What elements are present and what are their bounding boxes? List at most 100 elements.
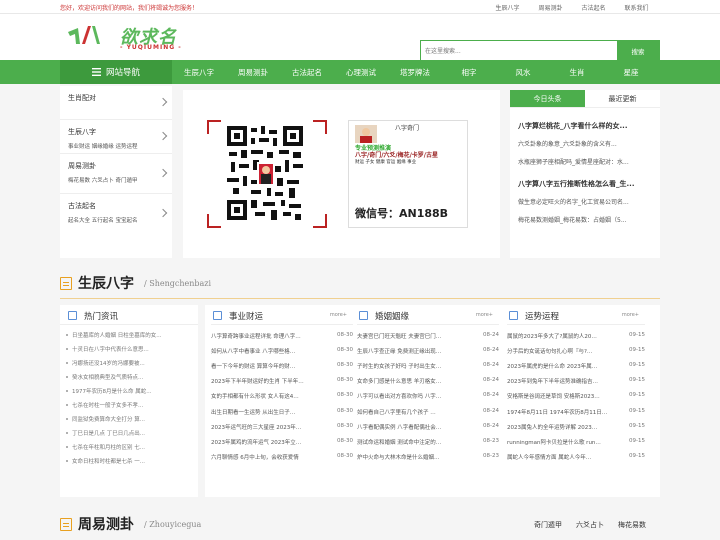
table-row[interactable]: 属鼠的2023年多大了?属鼠的人20… 09-15 bbox=[507, 328, 645, 343]
tab-qimen[interactable]: 奇门遁甲 bbox=[534, 520, 562, 530]
top-link-naming[interactable]: 古法起名 bbox=[572, 3, 615, 12]
more-link[interactable]: more+ bbox=[622, 312, 639, 318]
zhouyi-tabs: 奇门遁甲 六爻占卜 梅花易数 bbox=[534, 520, 646, 530]
table-row[interactable]: runningman阿卡贝拉是什么歌 run… 09-15 bbox=[507, 434, 645, 449]
table-row[interactable]: 测试命运和婚姻 测试命中注定的… 08-23 bbox=[357, 434, 499, 449]
search-input[interactable] bbox=[421, 41, 617, 61]
card-services: 八字/奇门/六爻/梅花/卡罗/古星 bbox=[355, 152, 438, 159]
tab-recent-updates[interactable]: 最近更新 bbox=[585, 90, 660, 107]
chart-icon bbox=[213, 311, 222, 320]
list-item[interactable]: 癸水女相貌典型及气质特点... bbox=[60, 370, 198, 384]
section-icon bbox=[60, 277, 72, 290]
nav-item-zhouyi[interactable]: 周易测卦 bbox=[226, 60, 280, 84]
table-row[interactable]: 2023年属虎的是什么命 2023年属… 09-15 bbox=[507, 358, 645, 373]
list-item[interactable]: 十灵日在八字中代表什么意思... bbox=[60, 342, 198, 356]
table-row[interactable]: 1974年8月11日 1974年农历8月11日… 09-15 bbox=[507, 404, 645, 419]
sidebar-item-naming[interactable]: 古法起名 起名大全 五行起名 宝宝起名 bbox=[60, 194, 172, 234]
tab-today-headlines[interactable]: 今日头条 bbox=[510, 90, 585, 107]
nav-item-fengshui[interactable]: 风水 bbox=[496, 60, 550, 84]
list-item[interactable]: 同监狱免费算命大全打分 算... bbox=[60, 412, 198, 426]
table-row[interactable]: 2023年运气旺的三大星座 2023年… 08-30 bbox=[211, 419, 353, 434]
news-link[interactable]: 六爻卦象的象意_六爻卦象的含义有... bbox=[518, 139, 652, 148]
list-item[interactable]: 日坐墓库的人婚姻 日柱坐墓库的女... bbox=[60, 328, 198, 342]
chart-icon bbox=[359, 311, 368, 320]
search-button[interactable]: 搜索 bbox=[617, 41, 659, 61]
table-row[interactable]: 八字算奇跨事业运程详批 命理八字… 08-30 bbox=[211, 328, 353, 343]
nav-item-zodiac[interactable]: 生肖 bbox=[550, 60, 604, 84]
nav-item-naming[interactable]: 古法起名 bbox=[280, 60, 334, 84]
nav-item-tarot[interactable]: 塔罗牌法 bbox=[388, 60, 442, 84]
section-subtitle: / Zhouyicegua bbox=[144, 520, 202, 529]
section-title: 生辰八字 bbox=[78, 276, 134, 292]
table-row[interactable]: 子时生的女孩子好吗 子时出生女… 08-24 bbox=[357, 358, 499, 373]
section-icon bbox=[60, 518, 72, 531]
top-link-contact[interactable]: 联系我们 bbox=[615, 3, 658, 12]
nav-item-psych-test[interactable]: 心理测试 bbox=[334, 60, 388, 84]
main-nav: 网站导航 生辰八字 周易测卦 古法起名 心理测试 塔罗牌法 相字 风水 生肖 星… bbox=[0, 60, 720, 84]
sidebar-item-zodiac-match[interactable]: 生肖配对 bbox=[60, 86, 172, 120]
sidebar-item-title: 古法起名 bbox=[68, 202, 96, 210]
more-link[interactable]: more+ bbox=[476, 312, 493, 318]
column-career: 事业财运 more+ 八字算奇跨事业运程详批 命理八字… 08-30 如何从八字中… bbox=[205, 305, 355, 465]
table-row[interactable]: 2023年属鸡的流年运气 2023年立… 08-30 bbox=[211, 434, 353, 449]
news-link[interactable]: 水瓶座狮子座相配吗_爱情星座配对：水... bbox=[518, 157, 652, 166]
table-row[interactable]: 属蛇人今年感情方面 属蛇人今年… 09-15 bbox=[507, 450, 645, 465]
table-row[interactable]: 八字看配偶实例 八字看配偶社会… 08-24 bbox=[357, 419, 499, 434]
sidebar-item-bazi[interactable]: 生辰八字 事业财运 姻缘婚缘 运势运程 bbox=[60, 120, 172, 154]
nav-item-horoscope[interactable]: 星座 bbox=[604, 60, 658, 84]
table-row[interactable]: 2023年到兔年下半年运势准确指吉… 09-15 bbox=[507, 374, 645, 389]
table-row[interactable]: 六月聊情感 6月中上旬，会收获爱情 08-30 bbox=[211, 450, 353, 465]
hot-news-box: 热门资讯 日坐墓库的人婚姻 日柱坐墓库的女... 十灵日在八字中代表什么意思..… bbox=[60, 305, 198, 497]
table-row[interactable]: 安格斯是谷阔还是草饲 安格斯2023… 09-15 bbox=[507, 389, 645, 404]
sidebar-item-zhouyi[interactable]: 周易测卦 梅花易数 六爻占卜 奇门遁甲 bbox=[60, 154, 172, 194]
top-link-zhouyi[interactable]: 周易测卦 bbox=[529, 3, 572, 12]
table-row[interactable]: 女命多门感是什么意思 羊刃格女… 08-24 bbox=[357, 374, 499, 389]
list-item[interactable]: 七杀在年柱和月柱的区别 七... bbox=[60, 440, 198, 454]
contact-card: 八字奇门 专业预测推演 八字/奇门/六爻/梅花/卡罗/古星 财运 子女 健康 官… bbox=[348, 120, 468, 228]
promo-banner[interactable]: 八字奇门 专业预测推演 八字/奇门/六爻/梅花/卡罗/古星 财运 子女 健康 官… bbox=[183, 90, 500, 258]
news-headline[interactable]: 八字算烂桃花_八字看什么样的女... bbox=[518, 121, 652, 131]
news-icon bbox=[68, 311, 77, 320]
list-item[interactable]: 七杀在时柱一般子女多不孝... bbox=[60, 398, 198, 412]
news-link[interactable]: 做生意必定旺火的名字_化工贸易公司名... bbox=[518, 197, 652, 206]
category-sidebar: 生肖配对 生辰八字 事业财运 姻缘婚缘 运势运程 周易测卦 梅花易数 六爻占卜 … bbox=[60, 86, 172, 258]
list-item[interactable]: 冯娜扬还没14岁的冯娜要被... bbox=[60, 356, 198, 370]
table-row[interactable]: 如何从八字中看事业 八字哪些格… 08-30 bbox=[211, 343, 353, 358]
tab-liuyao[interactable]: 六爻占卜 bbox=[576, 520, 604, 530]
menu-icon bbox=[91, 68, 101, 76]
news-headline[interactable]: 八字算八字五行推断性格怎么看_生... bbox=[518, 179, 652, 189]
table-row[interactable]: 女的手相都有什么形状 女人有这4… 08-30 bbox=[211, 389, 353, 404]
column-fortune: 运势运程 more+ 属鼠的2023年多大了?属鼠的人20… 09-15 分手后的… bbox=[501, 305, 647, 465]
list-item[interactable]: 1977年农历8月是什么命 属蛇... bbox=[60, 384, 198, 398]
table-row[interactable]: 看一下今年的财运 算算今年的财… 08-30 bbox=[211, 358, 353, 373]
nav-site-directory[interactable]: 网站导航 bbox=[60, 60, 172, 84]
top-link-bazi[interactable]: 生辰八字 bbox=[486, 3, 529, 12]
site-logo[interactable]: 欲求名 - YUQIUMING - bbox=[66, 22, 216, 52]
table-row[interactable]: 夫妻宫巳门旺天魁旺 夫妻宫巳门… 08-24 bbox=[357, 328, 499, 343]
wechat-id: 微信号：AN188B bbox=[355, 207, 449, 220]
list-item[interactable]: 女命日柱和时柱都是七杀 一... bbox=[60, 454, 198, 468]
table-row[interactable]: 2023年下半年财运好的生肖 下半年… 08-30 bbox=[211, 374, 353, 389]
table-row[interactable]: 炉中火命与大林木命是什么婚姻… 08-23 bbox=[357, 450, 499, 465]
qr-code-icon bbox=[227, 126, 303, 220]
card-tag: 专业预测推演 bbox=[355, 145, 392, 152]
table-row[interactable]: 如何看自己八字里有几个孩子 … 08-24 bbox=[357, 404, 499, 419]
table-row[interactable]: 出生日期看一生运势 从出生日子… 08-30 bbox=[211, 404, 353, 419]
table-row[interactable]: 2023属兔人的全年运势详解 2023… 09-15 bbox=[507, 419, 645, 434]
nav-item-physiognomy[interactable]: 相字 bbox=[442, 60, 496, 84]
top-links: 生辰八字 周易测卦 古法起名 联系我们 bbox=[486, 3, 658, 12]
table-row[interactable]: 生辰八字查正缘 免费测正缘出现… 08-24 bbox=[357, 343, 499, 358]
welcome-text: 您好，欢迎访问我们的网站，我们将竭诚为您服务！ bbox=[60, 5, 199, 12]
search-box: 搜索 bbox=[420, 40, 660, 62]
table-row[interactable]: 分手后的女诞话句句扎心啊『与?… 09-15 bbox=[507, 343, 645, 358]
sidebar-item-title: 生辰八字 bbox=[68, 128, 96, 136]
nav-item-bazi[interactable]: 生辰八字 bbox=[172, 60, 226, 84]
logo-subtext: - YUQIUMING - bbox=[120, 44, 182, 51]
news-link[interactable]: 梅花易数测婚姻_梅花易数：占婚姻（5... bbox=[518, 215, 652, 224]
tab-meihua[interactable]: 梅花易数 bbox=[618, 520, 646, 530]
list-item[interactable]: 丁巳日是几点 丁巳日几点出... bbox=[60, 426, 198, 440]
section-subtitle: / Shengchenbazi bbox=[144, 279, 212, 288]
section-divider bbox=[60, 298, 660, 299]
table-row[interactable]: 八字可以看出对方喜欢你吗 八字… 08-24 bbox=[357, 389, 499, 404]
more-link[interactable]: more+ bbox=[330, 312, 347, 318]
